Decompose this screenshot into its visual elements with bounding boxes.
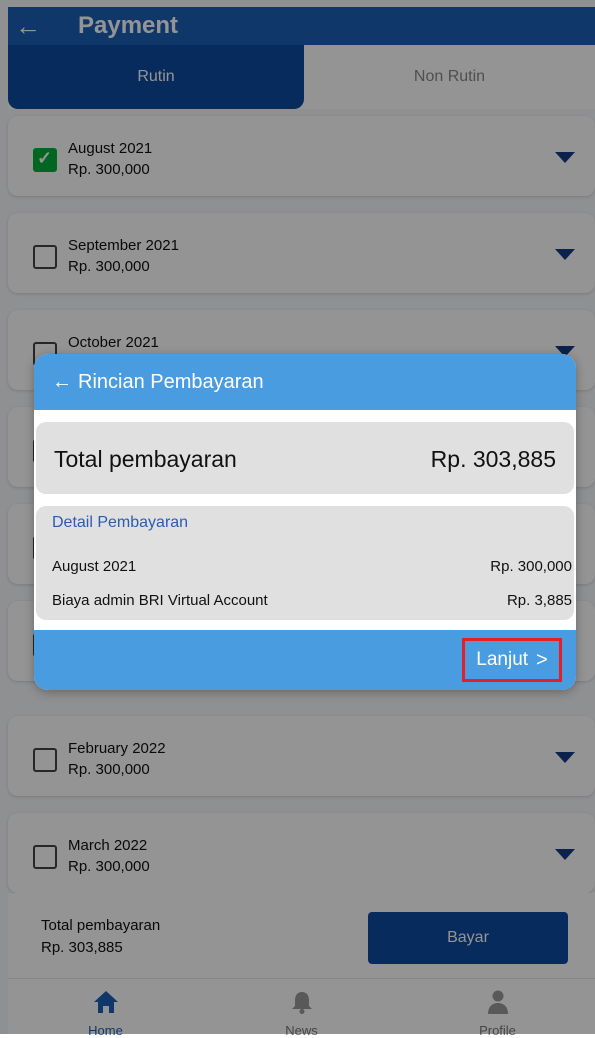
next-button[interactable]: Lanjut > (462, 638, 562, 682)
total-label: Total pembayaran (54, 446, 237, 472)
payment-detail-dialog: ← Rincian Pembayaran Total pembayaran Rp… (34, 354, 576, 690)
dialog-footer: Lanjut > (34, 630, 576, 690)
detail-title: Detail Pembayaran (52, 514, 189, 531)
detail-row-label: Biaya admin BRI Virtual Account (52, 592, 268, 609)
detail-row-value: Rp. 3,885 (506, 592, 572, 609)
next-button-label: Lanjut (476, 649, 529, 670)
app-screen: ← Payment Rutin Non Rutin August 2021 Rp… (0, 0, 595, 1038)
detail-box: Detail Pembayaran August 2021 Rp. 300,00… (36, 506, 574, 620)
detail-row: August 2021 Rp. 300,000 (52, 558, 572, 575)
total-value: Rp. 303,885 (430, 446, 556, 472)
detail-row-label: August 2021 (52, 558, 137, 575)
arrow-left-icon[interactable]: ← (52, 371, 72, 394)
chevron-right-icon: > (536, 648, 548, 671)
dialog-title: Rincian Pembayaran (78, 370, 264, 393)
total-box: Total pembayaran Rp. 303,885 (36, 422, 574, 494)
detail-row: Biaya admin BRI Virtual Account Rp. 3,88… (52, 592, 572, 609)
dialog-header: ← Rincian Pembayaran (34, 354, 576, 410)
detail-row-value: Rp. 300,000 (490, 558, 572, 575)
